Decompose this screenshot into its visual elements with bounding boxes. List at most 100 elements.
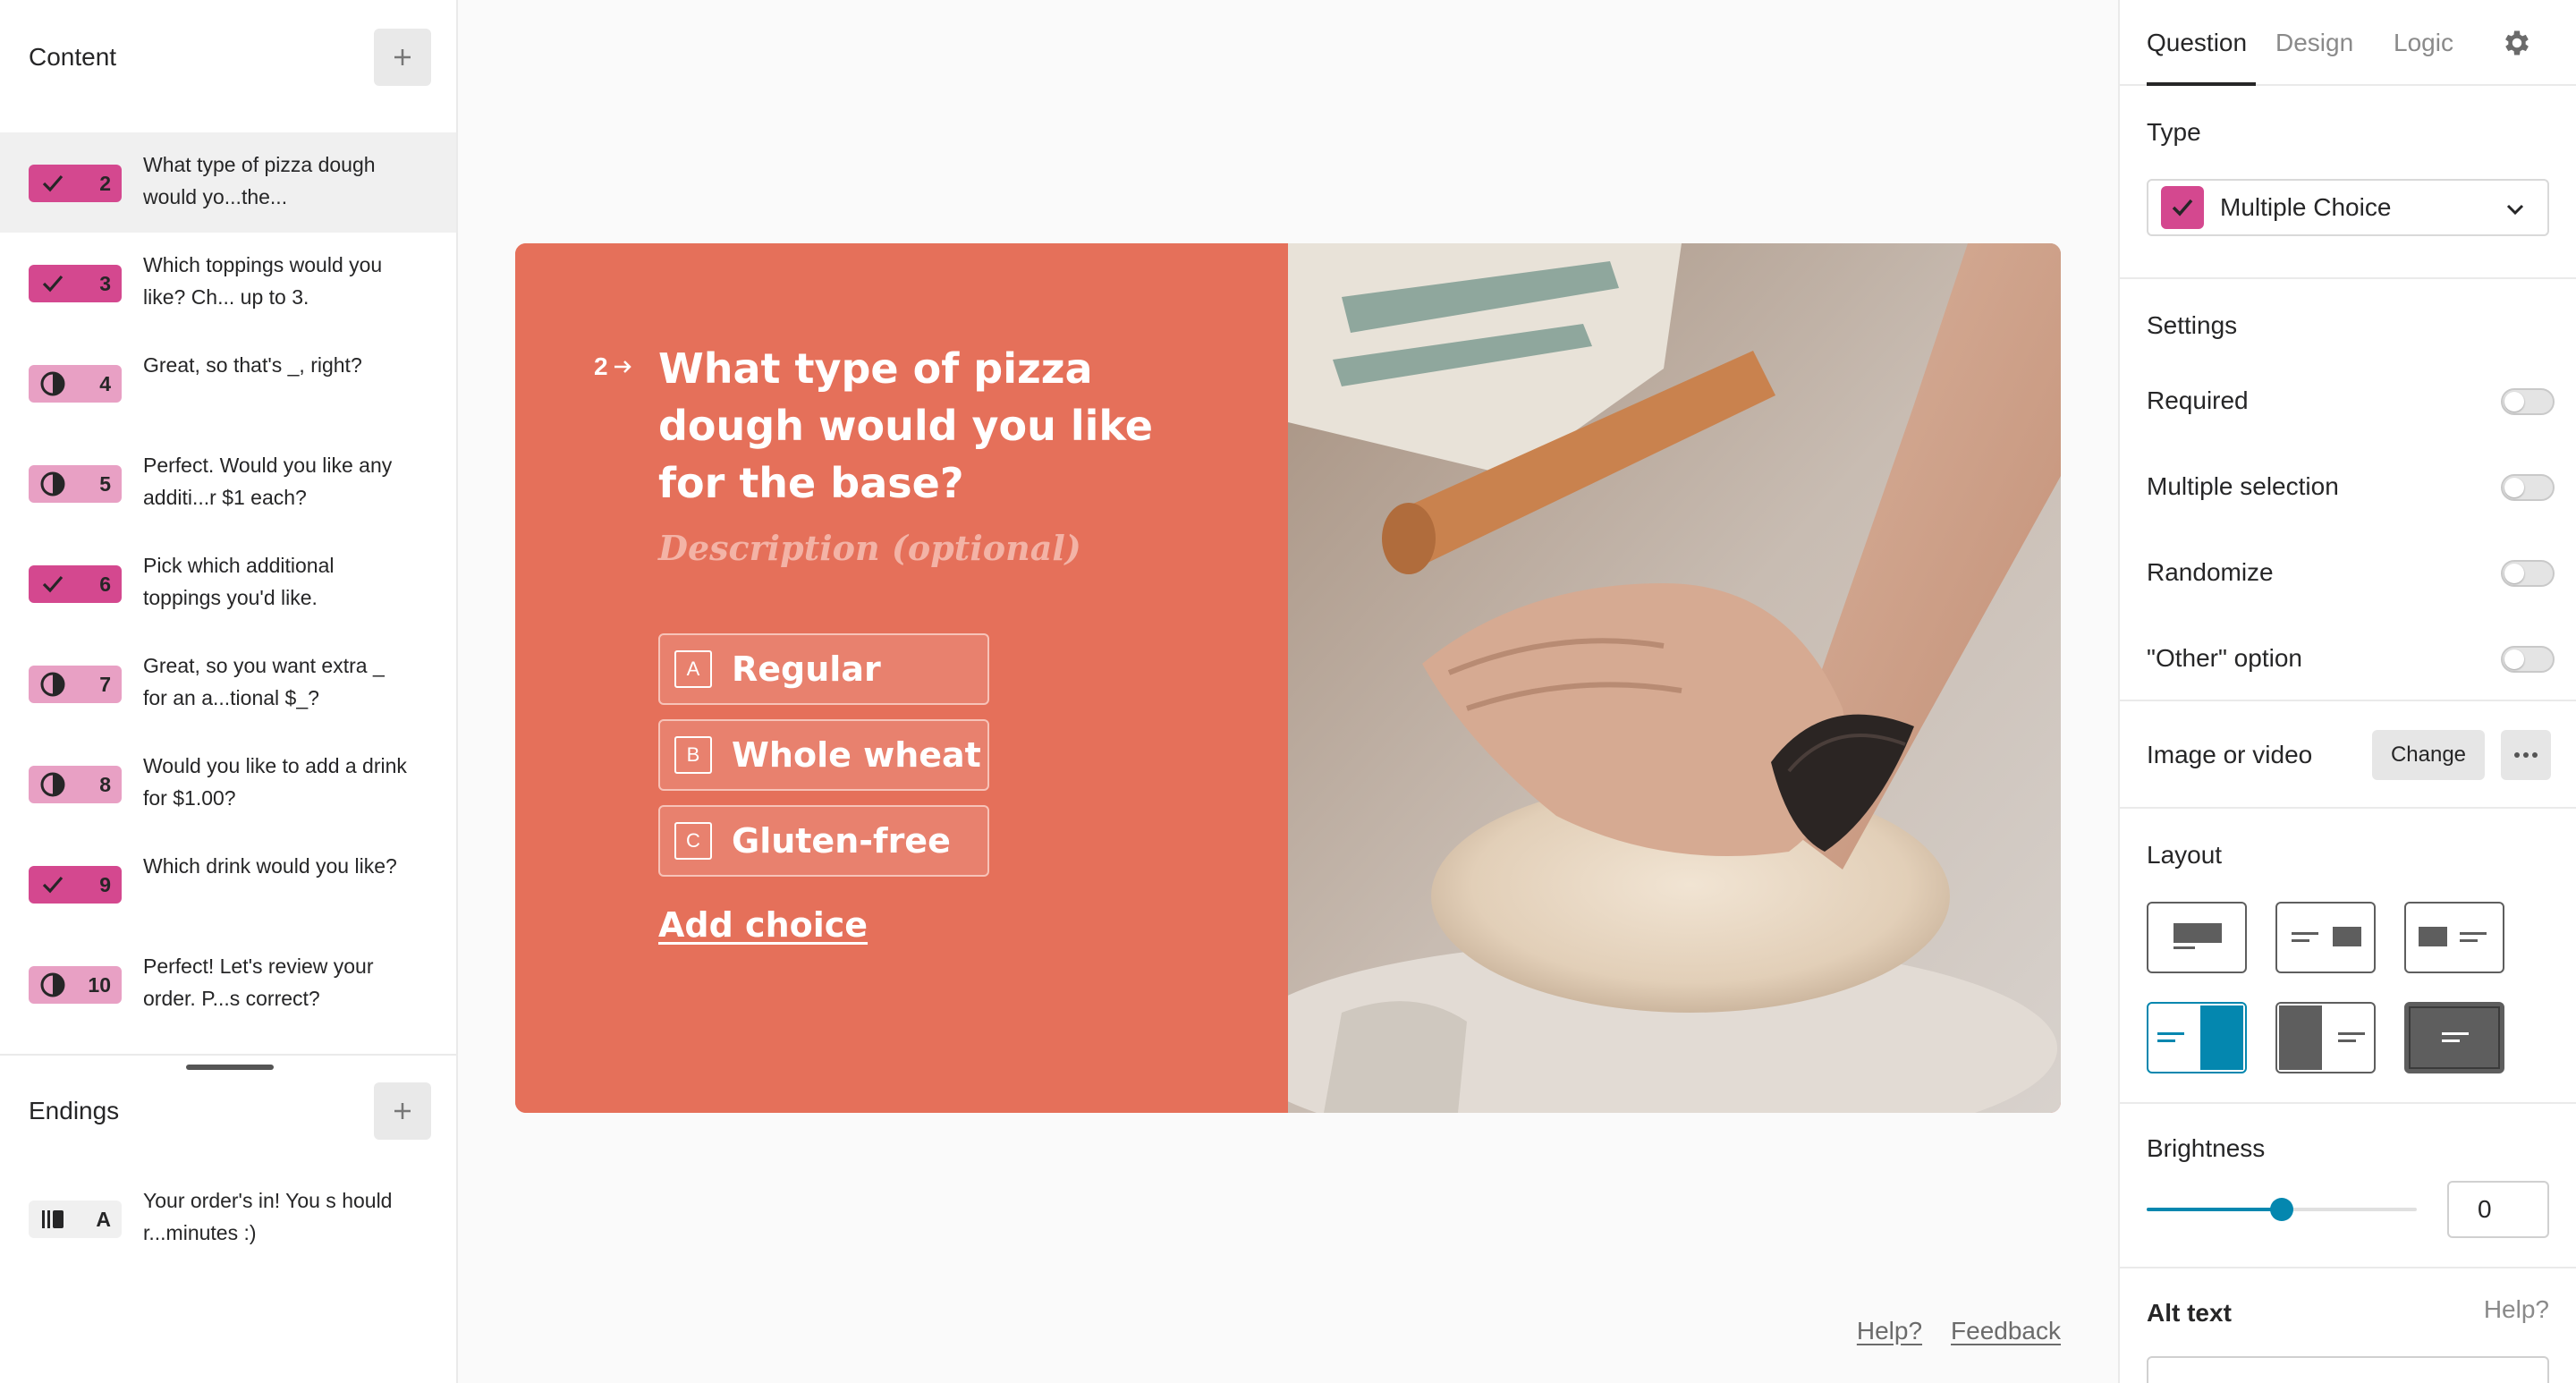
endings-header: Endings [0,1054,458,1168]
setting-label: Multiple selection [2147,472,2339,500]
gear-icon[interactable] [2501,27,2533,59]
question-number: 3 [99,272,111,295]
footer-links: Help? Feedback [1857,1317,2061,1345]
choice-label[interactable]: Whole wheat [732,735,981,775]
question-text: Pick which additional toppings you'd lik… [143,554,335,609]
question-content-panel: 2 What type of pizza dough would you lik… [515,243,1288,1113]
feedback-link[interactable]: Feedback [1951,1317,2061,1345]
help-link[interactable]: Help? [1857,1317,1922,1345]
question-type-badge: 5 [29,465,122,503]
question-title[interactable]: What type of pizza dough would you like … [658,340,1231,512]
question-text: Perfect! Let's review your order. P...s … [143,955,374,1010]
layout-float-left-icon [2419,927,2487,946]
question-image[interactable] [1288,243,2061,1113]
chevron-down-icon [2506,204,2524,216]
question-text: Would you like to add a drink for $1.00? [143,754,407,810]
tab-question[interactable]: Question [2147,0,2247,86]
question-list-item[interactable]: 6 Pick which additional toppings you'd li… [0,533,456,633]
type-label: Type [2147,118,2201,146]
question-list-item[interactable]: 9 Which drink would you like? [0,834,456,934]
required-toggle[interactable] [2501,388,2555,415]
checkmark-icon [34,866,72,904]
layout-option-wallpaper[interactable] [2404,1002,2504,1073]
question-number: 10 [88,973,111,997]
content-header: Content [0,0,458,115]
endings-title: Endings [29,1097,120,1124]
question-list-item[interactable]: 3 Which toppings would you like? Ch... up… [0,233,456,333]
slider-fill [2147,1208,2282,1211]
add-choice-link[interactable]: Add choice [658,905,868,945]
active-tab-indicator [2147,82,2256,86]
toggle-knob [2504,478,2524,497]
question-description[interactable]: Description (optional) [658,528,1081,568]
add-question-button[interactable] [374,29,431,86]
slider-thumb[interactable] [2270,1198,2293,1221]
panel-divider [2120,277,2576,279]
question-list-item[interactable]: 4 Great, so that's _, right? [0,333,456,433]
question-type-badge: 2 [29,165,122,202]
tab-logic[interactable]: Logic [2394,0,2453,86]
setting-label: "Other" option [2147,644,2302,672]
choice-c[interactable]: C Gluten-free [658,805,989,877]
question-type-value: Multiple Choice [2220,193,2392,221]
tab-design[interactable]: Design [2275,0,2353,86]
panel-divider [2120,807,2576,809]
layout-stack-icon [2174,923,2222,949]
question-list-item[interactable]: 5 Perfect. Would you like any additi...r … [0,433,456,533]
required-setting: Required [2147,383,2555,419]
add-ending-button[interactable] [374,1082,431,1140]
question-list-item[interactable]: 8 Would you like to add a drink for $1.00… [0,734,456,834]
question-type-badge: 4 [29,365,122,403]
layout-option-image-right-float[interactable] [2275,902,2376,973]
toggle-knob [2504,564,2524,583]
more-options-button[interactable] [2501,730,2551,780]
question-number: 2 [99,172,111,195]
other-option-setting: "Other" option [2147,641,2555,676]
alt-text-input[interactable] [2147,1356,2549,1383]
layout-option-split-left[interactable] [2275,1002,2376,1073]
question-text: Which toppings would you like? Ch... up … [143,253,383,309]
dough-kneading-photo [1288,243,2061,1113]
dot [2532,752,2538,758]
other-option-toggle[interactable] [2501,646,2555,673]
choice-b[interactable]: B Whole wheat [658,719,989,791]
layout-option-image-top[interactable] [2147,902,2247,973]
question-number: 4 [99,372,111,395]
choice-label[interactable]: Gluten-free [732,821,951,861]
multiple-selection-toggle[interactable] [2501,474,2555,501]
question-card: 2 What type of pizza dough would you lik… [515,243,2061,1113]
ending-list-item[interactable]: A Your order's in! You s hould r...minute… [0,1168,456,1268]
alt-text-help-link[interactable]: Help? [2484,1295,2549,1324]
panel-tabs: Question Design Logic [2120,0,2576,86]
alt-text-label: Alt text [2147,1299,2232,1327]
brightness-slider[interactable] [2147,1198,2417,1221]
randomize-setting: Randomize [2147,555,2555,590]
layout-option-image-left-float[interactable] [2404,902,2504,973]
yes-no-icon [34,465,72,503]
question-type-select[interactable]: Multiple Choice [2147,179,2549,236]
layout-option-split-right[interactable] [2147,1002,2247,1073]
checkmark-icon [34,565,72,603]
choice-label[interactable]: Regular [732,649,881,689]
question-list: 2 What type of pizza dough would yo...the… [0,132,456,1034]
dot [2514,752,2520,758]
setting-label: Required [2147,386,2249,414]
layout-float-right-icon [2292,927,2361,946]
question-number-text: 2 [594,352,608,380]
question-list-item[interactable]: 7 Great, so you want extra _ for an a...t… [0,633,456,734]
ending-letter: A [96,1208,111,1231]
change-image-button[interactable]: Change [2372,730,2485,780]
ending-badge: A [29,1201,122,1238]
checkmark-icon [34,265,72,302]
question-text: Perfect. Would you like any additi...r $… [143,454,393,509]
randomize-toggle[interactable] [2501,560,2555,587]
choice-key: B [674,736,712,774]
question-list-item[interactable]: 10 Perfect! Let's review your order. P...… [0,934,456,1034]
question-number: 8 [99,773,111,796]
layout-label: Layout [2147,841,2223,869]
choice-a[interactable]: A Regular [658,633,989,705]
ending-icon [34,1201,72,1238]
question-type-badge: 8 [29,766,122,803]
question-list-item[interactable]: 2 What type of pizza dough would yo...the… [0,132,456,233]
brightness-input[interactable]: 0 [2447,1181,2549,1238]
